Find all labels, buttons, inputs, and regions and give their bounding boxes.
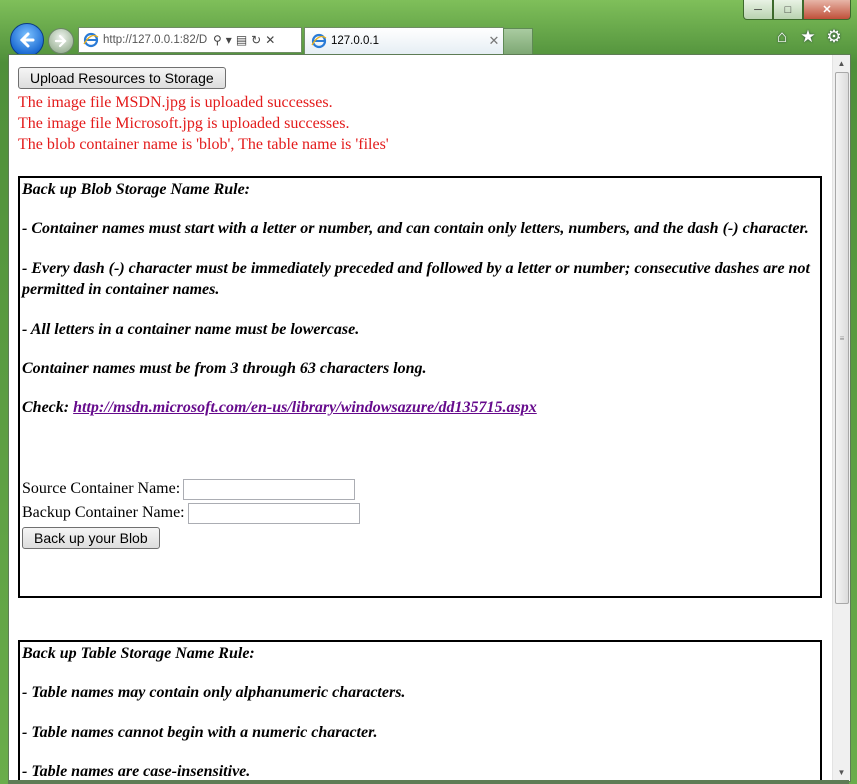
forward-button[interactable]	[48, 28, 74, 54]
right-toolbar: ⌂ ★ ⚙	[773, 27, 843, 47]
rule-text: - Container names must start with a lett…	[22, 220, 809, 237]
upload-resources-button[interactable]: Upload Resources to Storage	[18, 67, 226, 89]
new-tab-button[interactable]	[503, 28, 533, 54]
home-icon[interactable]: ⌂	[773, 27, 791, 47]
minimize-icon[interactable]: ─	[743, 0, 773, 20]
check-line: Check: http://msdn.microsoft.com/en-us/l…	[20, 397, 820, 418]
tab-127-0-0-1[interactable]: 127.0.0.1 ✕	[304, 27, 504, 54]
navigation-bar: http://127.0.0.1:82/D ⚲ ▾ ▤ ↻ ✕ 127.0.0.…	[0, 22, 857, 57]
rule-text: Container names must be from 3 through 6…	[22, 360, 427, 377]
backup-container-label: Backup Container Name:	[22, 504, 185, 521]
back-arrow-icon	[19, 32, 35, 48]
browser-window: ─ □ ✕ http://127.0.0.1:82/D ⚲ ▾ ▤ ↻ ✕ 12…	[0, 0, 857, 784]
scroll-thumb[interactable]: ≡	[835, 72, 849, 604]
search-icon[interactable]: ⚲	[213, 33, 222, 47]
source-container-row: Source Container Name:	[20, 477, 820, 501]
rule-text: - Every dash (-) character must be immed…	[22, 260, 810, 298]
vertical-scrollbar[interactable]: ▲ ≡ ▼	[832, 55, 850, 781]
ie-logo-icon	[311, 33, 327, 49]
address-text: http://127.0.0.1:82/D	[103, 34, 208, 46]
close-icon[interactable]: ✕	[803, 0, 851, 20]
source-container-input[interactable]	[183, 478, 356, 500]
tools-icon[interactable]: ⚙	[825, 27, 843, 47]
scroll-up-icon[interactable]: ▲	[833, 55, 850, 72]
ie-logo-icon	[83, 32, 99, 48]
backup-container-input[interactable]	[187, 502, 360, 524]
forward-arrow-icon	[54, 34, 67, 48]
maximize-icon[interactable]: □	[773, 0, 803, 20]
back-button[interactable]	[10, 23, 44, 57]
section-title: Back up Blob Storage Name Rule:	[22, 181, 251, 198]
source-container-label: Source Container Name:	[22, 480, 181, 497]
status-message: The image file MSDN.jpg is uploaded succ…	[18, 94, 333, 111]
blob-backup-section: Back up Blob Storage Name Rule: - Contai…	[18, 176, 822, 598]
table-backup-section: Back up Table Storage Name Rule: - Table…	[18, 640, 822, 781]
rule-text: - Table names are case-insensitive.	[22, 763, 251, 780]
address-bar[interactable]: http://127.0.0.1:82/D ⚲ ▾ ▤ ↻ ✕	[78, 27, 302, 53]
rule-text: - All letters in a container name must b…	[22, 321, 360, 338]
backup-container-row: Backup Container Name:	[20, 501, 820, 525]
rule-text: - Table names may contain only alphanume…	[22, 684, 406, 701]
favorites-icon[interactable]: ★	[799, 27, 817, 47]
page-viewport: Upload Resources to Storage The image fi…	[8, 54, 851, 782]
tab-title: 127.0.0.1	[331, 35, 379, 47]
check-label: Check:	[22, 399, 70, 416]
status-message: The image file Microsoft.jpg is uploaded…	[18, 115, 350, 132]
tab-close-icon[interactable]: ✕	[485, 33, 503, 49]
caption-buttons: ─ □ ✕	[743, 0, 851, 20]
rule-text: - Table names cannot begin with a numeri…	[22, 724, 378, 741]
window-bottom-border	[8, 780, 849, 784]
dropdown-icon[interactable]: ▾	[226, 33, 232, 47]
page-content: Upload Resources to Storage The image fi…	[9, 55, 832, 781]
compat-icon[interactable]: ▤	[236, 33, 247, 47]
refresh-icon[interactable]: ↻	[251, 33, 261, 47]
stop-icon[interactable]: ✕	[265, 33, 275, 47]
msdn-link[interactable]: http://msdn.microsoft.com/en-us/library/…	[73, 399, 537, 416]
status-message: The blob container name is 'blob', The t…	[18, 136, 389, 153]
section-title: Back up Table Storage Name Rule:	[22, 645, 255, 662]
backup-blob-button[interactable]: Back up your Blob	[22, 527, 160, 549]
scroll-down-icon[interactable]: ▼	[833, 764, 850, 781]
